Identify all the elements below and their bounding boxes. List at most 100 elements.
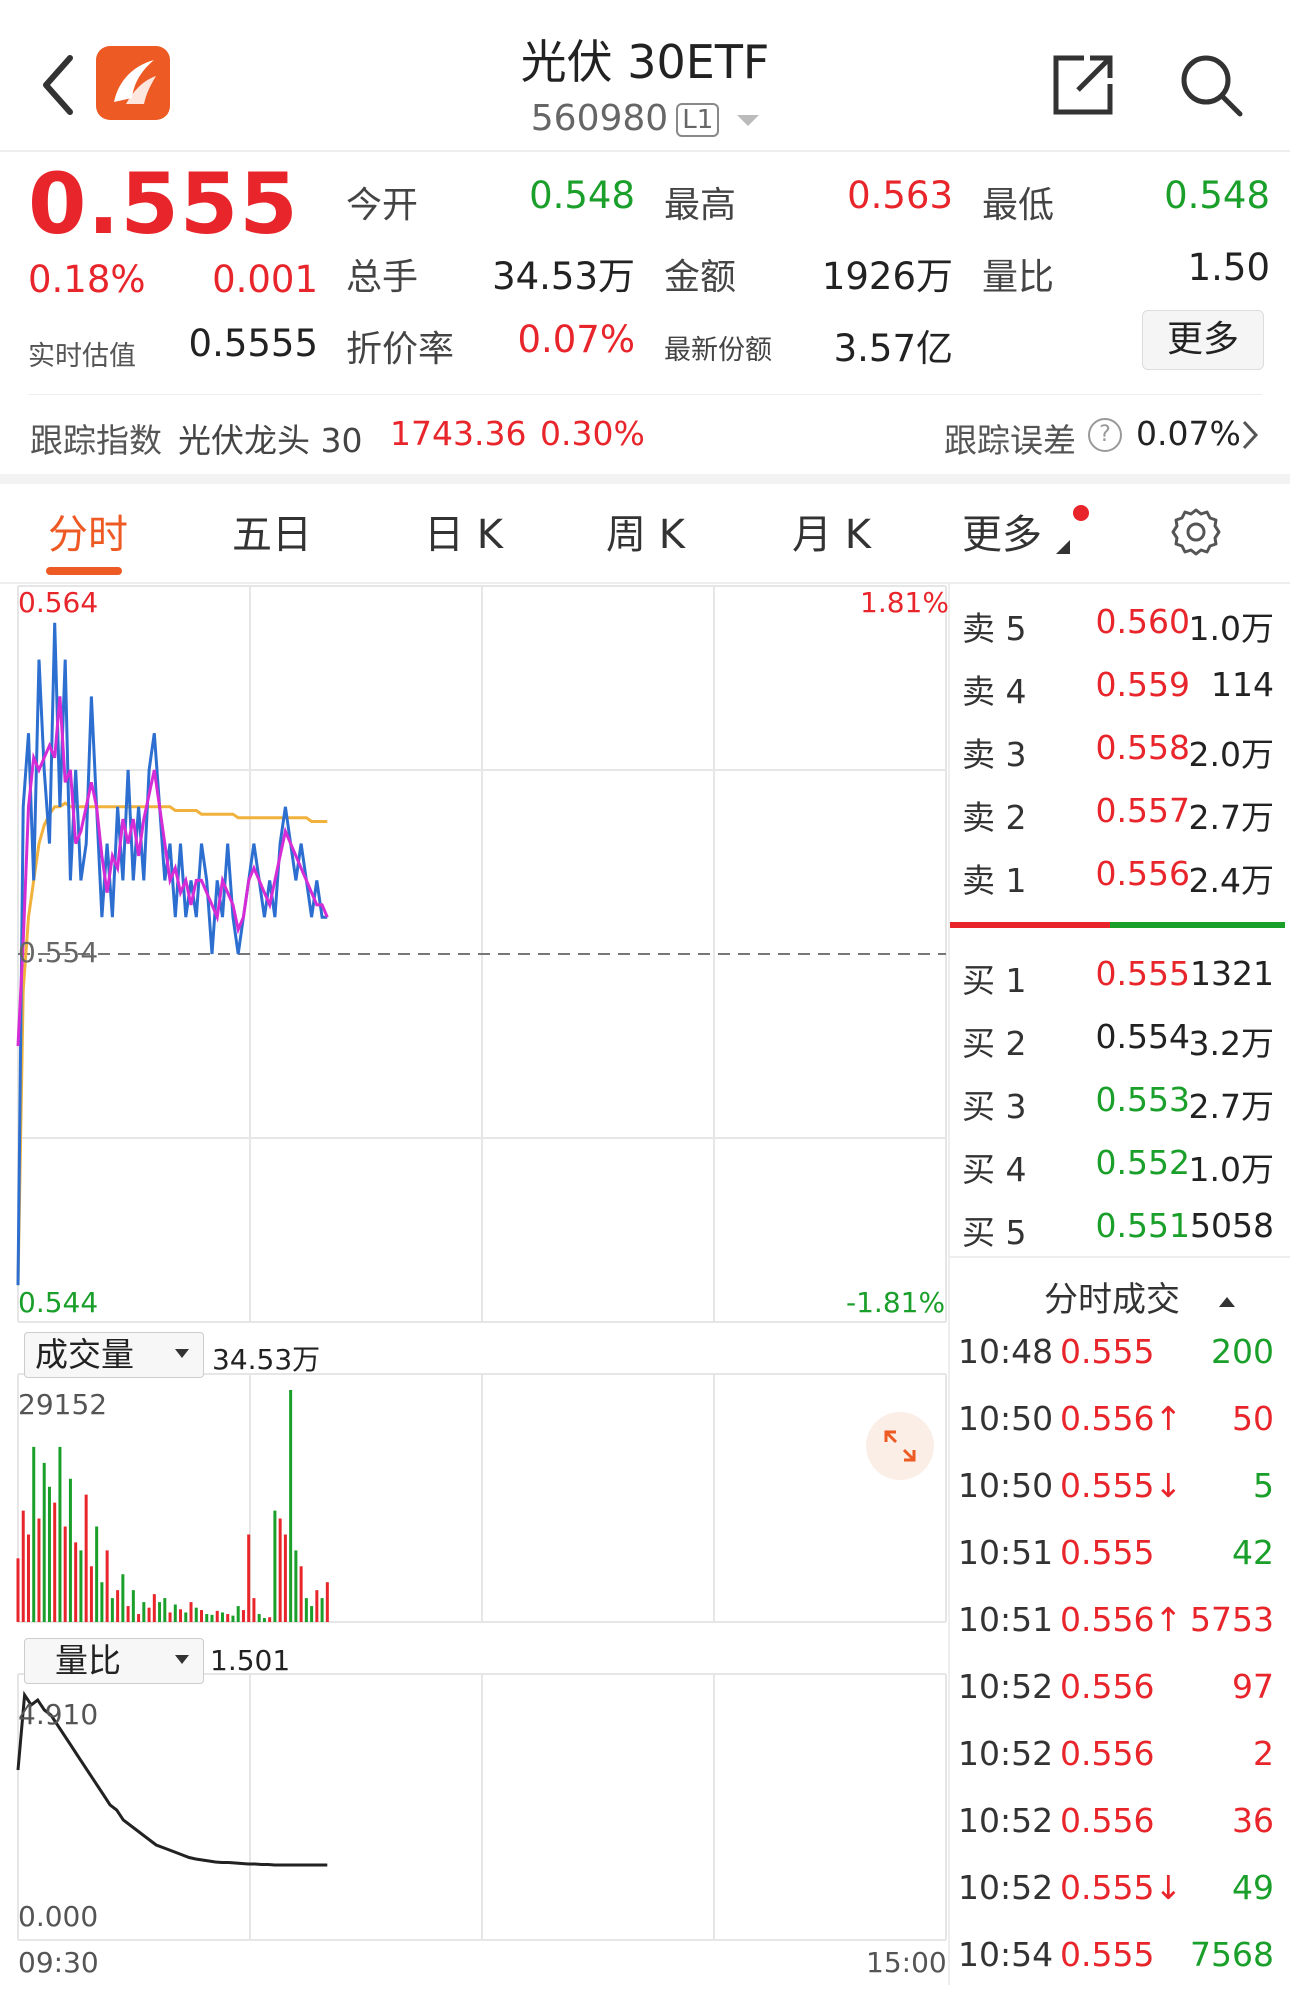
estimate-label: 实时估值 xyxy=(28,341,136,372)
tick-volume: 2 xyxy=(1253,1734,1274,1773)
tracking-index-name: 光伏龙头 30 xyxy=(178,421,363,460)
tracking-index-row[interactable]: 跟踪指数 光伏龙头 30 1743.36 0.30% 跟踪误差 ? 0.07% xyxy=(0,400,1290,470)
tick-time: 10:52 xyxy=(958,1801,1054,1840)
tick-volume: 7568 xyxy=(1190,1935,1274,1974)
order-book-row[interactable]: 卖 1 0.556 2.4万 xyxy=(960,854,1280,914)
search-icon[interactable] xyxy=(1178,52,1244,118)
change-amount: 0.001 xyxy=(212,258,318,301)
order-level-label: 买 1 xyxy=(962,961,1027,1000)
quote-field-label: 量比 xyxy=(982,257,1055,298)
tick-time: 10:51 xyxy=(958,1600,1054,1639)
expand-icon[interactable] xyxy=(866,1412,934,1480)
quote-field-label: 最低 xyxy=(982,185,1055,226)
ask-pressure-bar xyxy=(950,922,1110,928)
tick-time: 10:52 xyxy=(958,1667,1054,1706)
time-start-label: 09:30 xyxy=(18,1946,99,1979)
tick-time: 10:52 xyxy=(958,1868,1054,1907)
tick-volume: 97 xyxy=(1232,1667,1274,1706)
tracking-index-value: 1743.36 xyxy=(390,414,527,453)
order-price: 0.559 xyxy=(1095,665,1190,704)
order-volume: 3.2万 xyxy=(1188,1024,1274,1063)
order-book-row[interactable]: 卖 4 0.559 114 xyxy=(960,665,1280,725)
tracking-error-label: 跟踪误差 xyxy=(944,421,1076,460)
tab-5[interactable]: 更多 xyxy=(962,502,1042,560)
ratio-min-label: 0.000 xyxy=(18,1900,99,1933)
tracking-index-change: 0.30% xyxy=(540,414,645,453)
order-price: 0.558 xyxy=(1095,728,1190,767)
order-level-label: 卖 5 xyxy=(962,609,1027,648)
tab-2[interactable]: 日 K xyxy=(424,502,503,560)
top-nav-bar: 光伏 30ETF 560980 L1 xyxy=(0,0,1290,150)
order-volume: 2.0万 xyxy=(1188,735,1274,774)
ticks-header[interactable]: 分时成交 xyxy=(1044,1272,1235,1321)
tick-price: 0.555 xyxy=(1060,1332,1155,1371)
quote-field-label: 总手 xyxy=(346,257,419,298)
tab-1[interactable]: 五日 xyxy=(232,502,312,560)
header-divider xyxy=(0,150,1290,152)
quote-field-label: 最高 xyxy=(664,185,737,226)
tab-0[interactable]: 分时 xyxy=(48,502,128,560)
level-badge: L1 xyxy=(676,103,720,137)
quote-field-value: 3.57亿 xyxy=(833,327,953,370)
change-percent: 0.18% xyxy=(28,258,146,301)
ratio-max-label: 4.910 xyxy=(18,1698,99,1731)
tick-volume: 49 xyxy=(1232,1868,1274,1907)
chevron-down-icon[interactable] xyxy=(737,114,760,126)
help-icon[interactable]: ? xyxy=(1088,418,1122,452)
pct-high-label: 1.81% xyxy=(860,586,949,619)
tick-price: 0.556↑ xyxy=(1060,1399,1183,1438)
tick-row: 10:51 0.555 42 xyxy=(958,1533,1280,1593)
quote-field-value: 34.53万 xyxy=(492,255,635,298)
tick-volume: 5753 xyxy=(1190,1600,1274,1639)
order-book-row[interactable]: 卖 5 0.560 1.0万 xyxy=(960,602,1280,662)
order-book-row[interactable]: 买 2 0.554 3.2万 xyxy=(960,1017,1280,1077)
tick-volume: 50 xyxy=(1232,1399,1274,1438)
order-book-divider xyxy=(950,1256,1290,1258)
quote-field-value: 0.07% xyxy=(517,318,635,361)
tick-price: 0.555 xyxy=(1060,1533,1155,1572)
order-price: 0.552 xyxy=(1095,1143,1190,1182)
volume-indicator-selector[interactable]: 成交量 xyxy=(24,1332,204,1378)
order-level-label: 买 3 xyxy=(962,1087,1027,1126)
order-book-row[interactable]: 买 1 0.555 1321 xyxy=(960,954,1280,1014)
share-icon[interactable] xyxy=(1050,52,1116,118)
intraday-chart[interactable] xyxy=(0,582,950,1985)
tick-row: 10:52 0.556 36 xyxy=(958,1801,1280,1861)
notification-dot xyxy=(1073,505,1089,521)
tracking-label: 跟踪指数 xyxy=(30,421,162,460)
order-book-row[interactable]: 买 3 0.553 2.7万 xyxy=(960,1080,1280,1140)
tick-time: 10:50 xyxy=(958,1466,1054,1505)
order-book-row[interactable]: 买 4 0.552 1.0万 xyxy=(960,1143,1280,1203)
order-volume: 1.0万 xyxy=(1188,1150,1274,1189)
tick-volume: 42 xyxy=(1232,1533,1274,1572)
tick-price: 0.556↑ xyxy=(1060,1600,1183,1639)
chevron-down-icon xyxy=(175,1655,189,1664)
ratio-indicator-selector[interactable]: 量比 xyxy=(24,1638,204,1684)
tab-3[interactable]: 周 K xyxy=(606,502,685,560)
tick-time: 10:51 xyxy=(958,1533,1054,1572)
order-price: 0.556 xyxy=(1095,854,1190,893)
stock-code: 560980 xyxy=(530,98,669,139)
tab-4[interactable]: 月 K xyxy=(792,502,871,560)
order-book-row[interactable]: 卖 3 0.558 2.0万 xyxy=(960,728,1280,788)
gear-icon[interactable] xyxy=(1170,506,1222,558)
chevron-right-icon[interactable] xyxy=(1240,418,1260,452)
order-price: 0.554 xyxy=(1095,1017,1190,1056)
estimate-value: 0.5555 xyxy=(188,322,318,365)
order-price: 0.560 xyxy=(1095,602,1190,641)
tick-time: 10:52 xyxy=(958,1734,1054,1773)
tick-price: 0.555↓ xyxy=(1060,1466,1183,1505)
order-volume: 1.0万 xyxy=(1188,609,1274,648)
order-book-row[interactable]: 卖 2 0.557 2.7万 xyxy=(960,791,1280,851)
order-level-label: 卖 4 xyxy=(962,672,1027,711)
order-price: 0.553 xyxy=(1095,1080,1190,1119)
tick-volume: 200 xyxy=(1211,1332,1274,1371)
tick-row: 10:51 0.556↑ 5753 xyxy=(958,1600,1280,1660)
tick-row: 10:52 0.555↓ 49 xyxy=(958,1868,1280,1928)
quote-field-label: 今开 xyxy=(346,185,419,226)
order-level-label: 买 2 xyxy=(962,1024,1027,1063)
tab-active-indicator xyxy=(46,567,122,575)
more-button[interactable]: 更多 xyxy=(1142,310,1264,370)
order-level-label: 买 5 xyxy=(962,1213,1027,1252)
tick-time: 10:50 xyxy=(958,1399,1054,1438)
